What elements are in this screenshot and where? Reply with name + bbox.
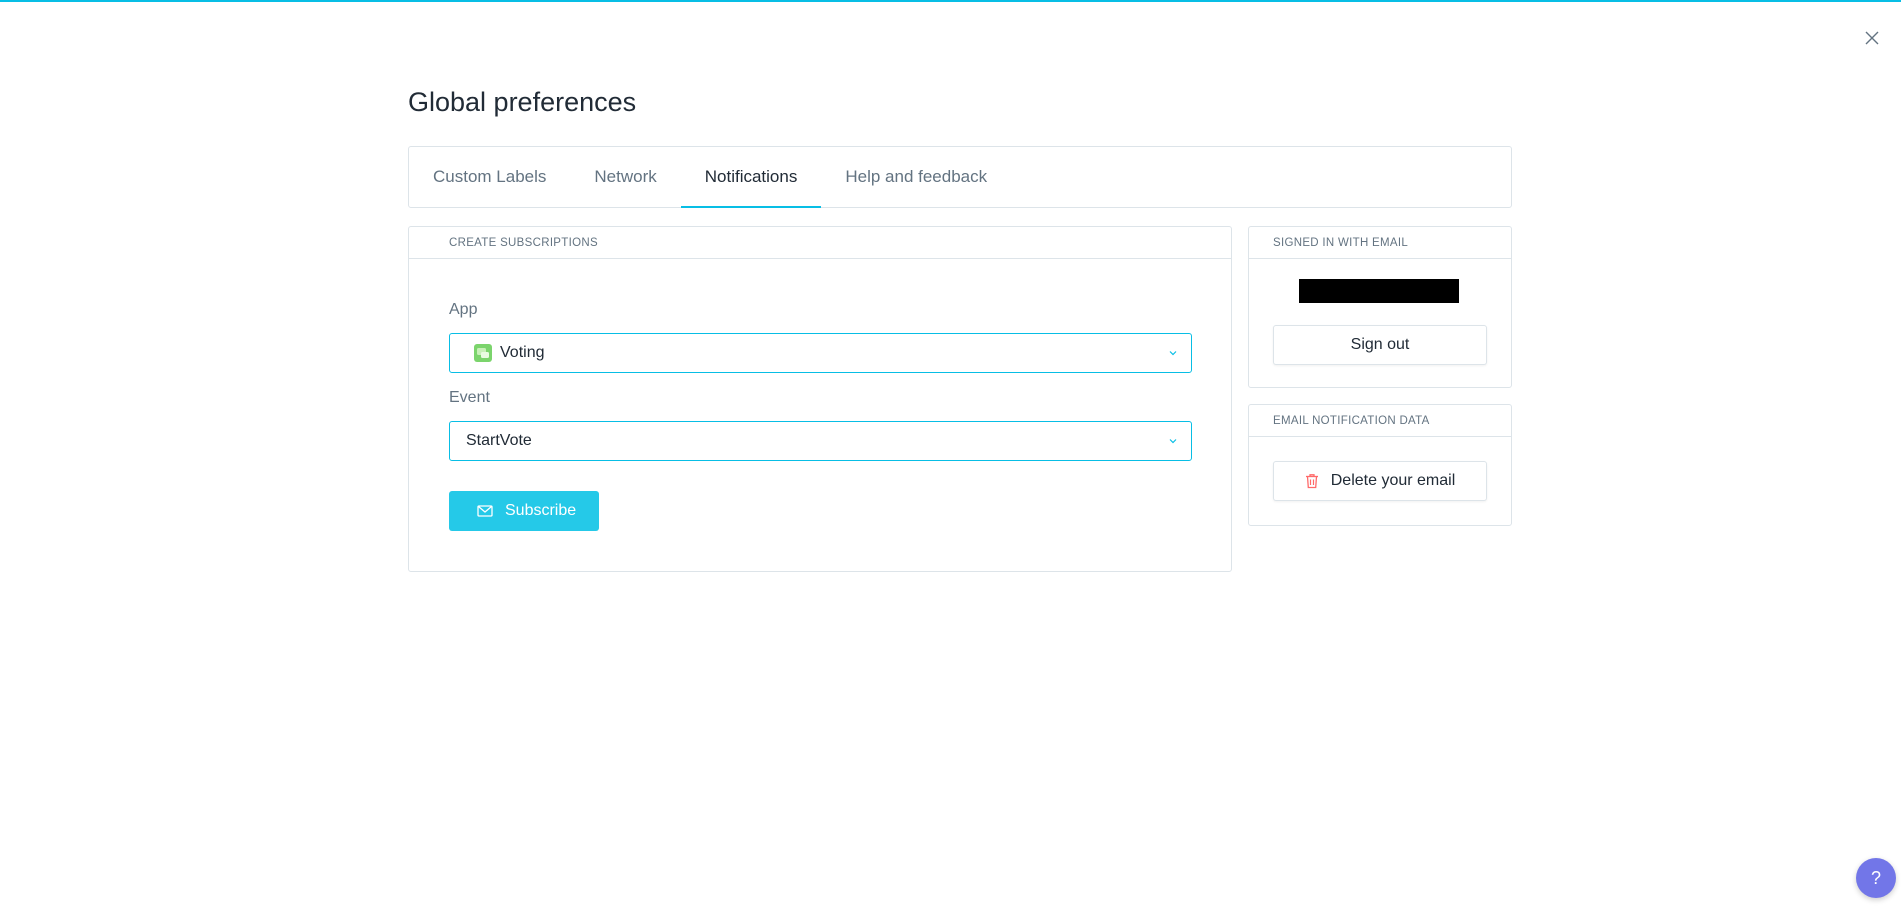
voting-app-icon (474, 344, 492, 362)
signed-in-header: SIGNED IN WITH EMAIL (1249, 227, 1511, 259)
close-button[interactable] (1861, 27, 1883, 49)
create-subscriptions-header: CREATE SUBSCRIPTIONS (409, 227, 1231, 259)
event-label: Event (449, 389, 490, 406)
chevron-down-icon (1169, 439, 1177, 444)
signed-in-panel: SIGNED IN WITH EMAIL Sign out (1248, 226, 1512, 388)
trash-icon (1305, 473, 1319, 489)
tab-help-and-feedback[interactable]: Help and feedback (821, 147, 1011, 207)
sign-out-button[interactable]: Sign out (1273, 325, 1487, 365)
app-label: App (449, 301, 478, 318)
event-dropdown-value: StartVote (466, 432, 532, 449)
delete-email-label: Delete your email (1330, 472, 1456, 489)
close-icon (1865, 31, 1879, 45)
page-title: Global preferences (408, 87, 637, 117)
email-notification-data-header: EMAIL NOTIFICATION DATA (1249, 405, 1511, 437)
subscribe-label: Subscribe (505, 502, 577, 519)
preferences-page: Global preferences Custom Labels Network… (408, 80, 1512, 572)
event-dropdown[interactable]: StartVote (449, 421, 1192, 461)
top-accent-bar (0, 0, 1901, 2)
help-button[interactable]: ? (1856, 858, 1896, 898)
create-subscriptions-panel: CREATE SUBSCRIPTIONS App Voting Event St… (408, 226, 1232, 572)
tab-custom-labels[interactable]: Custom Labels (409, 147, 570, 207)
delete-email-button[interactable]: Delete your email (1273, 461, 1487, 501)
email-notification-data-panel: EMAIL NOTIFICATION DATA Delete your emai… (1248, 404, 1512, 526)
app-dropdown[interactable]: Voting (449, 333, 1192, 373)
mail-icon (477, 505, 493, 517)
redacted-email (1299, 279, 1459, 303)
tab-network[interactable]: Network (570, 147, 680, 207)
subscribe-button[interactable]: Subscribe (449, 491, 599, 531)
chevron-down-icon (1169, 351, 1177, 356)
tab-notifications[interactable]: Notifications (680, 147, 822, 208)
app-dropdown-value: Voting (500, 344, 545, 361)
tab-bar: Custom Labels Network Notifications Help… (408, 146, 1512, 208)
